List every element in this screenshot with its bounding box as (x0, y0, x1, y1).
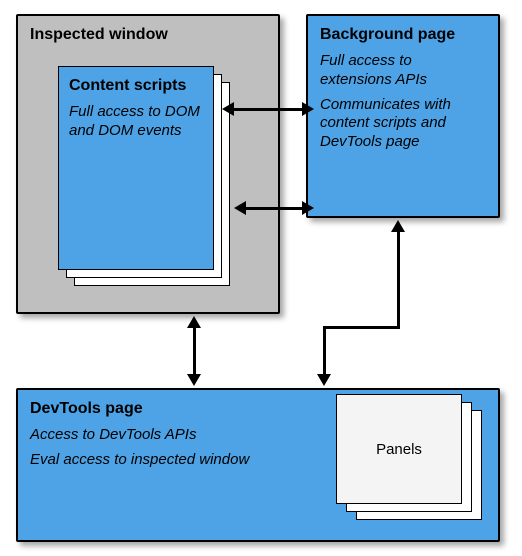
background-page-box: Background page Full access to extension… (306, 14, 500, 218)
arrow-iw-dt-head-up (187, 316, 201, 328)
background-page-desc2: Communicates with content scripts and De… (320, 96, 486, 152)
arrow-cs-bg-head-right (302, 102, 314, 116)
arrow-bg-dt-h (323, 326, 400, 329)
content-scripts-desc: Full access to DOM and DOM events (69, 103, 203, 141)
arrow-iw-dt-line (193, 326, 196, 376)
arrow-cs-bg-line (232, 108, 304, 111)
arrow-iw-dt-head-down (187, 374, 201, 386)
arrow-bg-dt-head-down (317, 374, 331, 386)
arrow-bg-dt-v2 (323, 326, 326, 376)
arrow-cs-bg2-head-left (234, 201, 246, 215)
panels-box: Panels (336, 394, 462, 504)
arrow-bg-dt-head-up (391, 220, 405, 232)
panels-label: Panels (376, 441, 422, 458)
content-scripts-box: Content scripts Full access to DOM and D… (58, 66, 214, 270)
arrow-cs-bg-head-left (222, 102, 234, 116)
diagram-canvas: Inspected window Content scripts Full ac… (0, 0, 522, 556)
arrow-cs-bg2-head-right (302, 201, 314, 215)
background-page-title: Background page (320, 26, 486, 44)
background-page-desc1: Full access to extensions APIs (320, 52, 486, 90)
content-scripts-title: Content scripts (69, 77, 203, 95)
arrow-bg-dt-v (397, 230, 400, 328)
arrow-cs-bg2-line (244, 207, 304, 210)
inspected-window-title: Inspected window (30, 26, 266, 44)
